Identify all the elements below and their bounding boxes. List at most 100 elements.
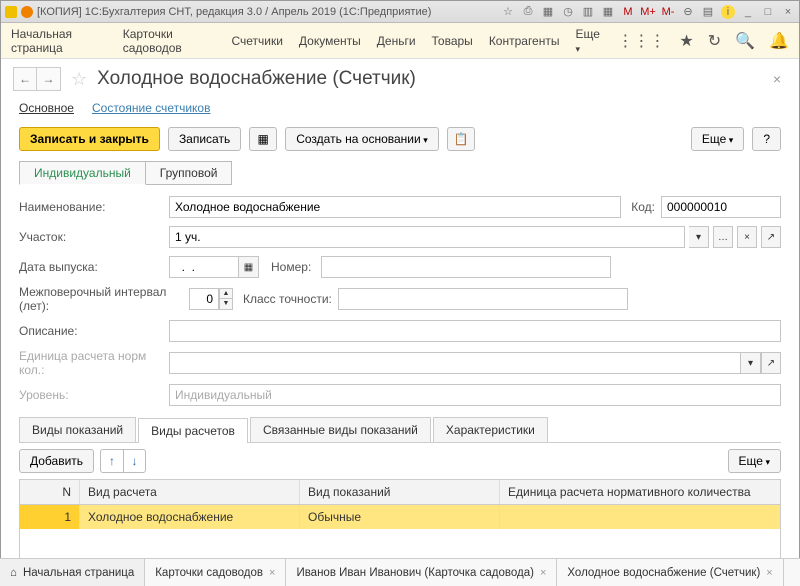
plot-input[interactable]	[169, 226, 685, 248]
tab-chars[interactable]: Характеристики	[433, 417, 548, 442]
date-label: Дата выпуска:	[19, 260, 169, 274]
bell-icon[interactable]: 🔔	[769, 31, 789, 51]
bottom-tab-1[interactable]: Карточки садоводов ×	[145, 559, 286, 586]
table-more-button[interactable]: Еще	[728, 449, 781, 473]
star-icon[interactable]: ★	[679, 31, 693, 51]
table-row[interactable]: 1 Холодное водоснабжение Обычные	[20, 505, 780, 529]
more-button[interactable]: Еще	[691, 127, 744, 151]
sys-icon[interactable]: ◷	[561, 5, 575, 19]
subtab-state[interactable]: Состояние счетчиков	[92, 101, 211, 115]
code-label: Код:	[621, 200, 661, 214]
move-up-icon[interactable]: ↑	[101, 450, 123, 472]
date-input[interactable]	[169, 256, 239, 278]
number-label: Номер:	[271, 260, 321, 274]
sys-icon[interactable]: ▤	[701, 5, 715, 19]
calendar-icon[interactable]: ▦	[239, 256, 259, 278]
tab-linked[interactable]: Связанные виды показаний	[250, 417, 431, 442]
cell-unit	[500, 505, 780, 529]
nav-goods[interactable]: Товары	[432, 34, 473, 48]
sys-m[interactable]: M	[621, 5, 635, 19]
tab-close-icon[interactable]: ×	[540, 567, 546, 579]
form-toolbar: Записать и закрыть Записать ▦ Создать на…	[1, 123, 799, 161]
window-titlebar: [КОПИЯ] 1С:Бухгалтерия СНТ, редакция 3.0…	[1, 1, 799, 23]
desc-label: Описание:	[19, 324, 169, 338]
cell-reading: Обычные	[300, 505, 500, 529]
bottom-tab-2[interactable]: Иванов Иван Иванович (Карточка садовода)…	[286, 559, 557, 586]
help-icon[interactable]: i	[721, 5, 735, 19]
col-unit[interactable]: Единица расчета нормативного количества	[500, 480, 780, 504]
add-button[interactable]: Добавить	[19, 449, 94, 473]
desc-input[interactable]	[169, 320, 781, 342]
nav-home[interactable]: Начальная страница	[11, 27, 107, 55]
name-input[interactable]	[169, 196, 621, 218]
plot-dropdown-icon[interactable]: ▾	[689, 226, 709, 248]
col-calc[interactable]: Вид расчета	[80, 480, 300, 504]
level-input	[169, 384, 781, 406]
sys-icon[interactable]: ☆	[501, 5, 515, 19]
toolbar-icon-2[interactable]: 📋	[447, 127, 475, 151]
plot-label: Участок:	[19, 230, 169, 244]
plot-open-icon[interactable]: ↗	[761, 226, 781, 248]
search-icon[interactable]: 🔍	[735, 31, 755, 51]
forward-button[interactable]: →	[37, 67, 61, 91]
back-button[interactable]: ←	[13, 67, 37, 91]
create-basis-button[interactable]: Создать на основании	[285, 127, 439, 151]
form: Наименование: Код: Участок: ▾ … × ↗ Дата…	[1, 195, 799, 407]
sys-icon[interactable]: ▦	[541, 5, 555, 19]
subtab-main[interactable]: Основное	[19, 101, 74, 115]
nav-more[interactable]: Еще	[575, 27, 601, 55]
main-nav: Начальная страница Карточки садоводов Сч…	[1, 23, 799, 59]
unit-dropdown-icon[interactable]: ▾	[741, 352, 761, 374]
apps-icon[interactable]: ⋮⋮⋮	[617, 31, 665, 51]
minimize-icon[interactable]: _	[741, 5, 755, 19]
interval-spinner[interactable]: ▲▼	[219, 288, 233, 310]
tab-calc[interactable]: Виды расчетов	[138, 418, 248, 443]
sys-mplus[interactable]: M+	[641, 5, 655, 19]
close-page-button[interactable]: ×	[767, 71, 787, 87]
save-button[interactable]: Записать	[168, 127, 241, 151]
sys-mminus[interactable]: M-	[661, 5, 675, 19]
subnav: Основное Состояние счетчиков	[1, 99, 799, 123]
nav-meters[interactable]: Счетчики	[231, 34, 282, 48]
number-input[interactable]	[321, 256, 611, 278]
history-icon[interactable]: ↻	[708, 31, 721, 51]
col-reading[interactable]: Вид показаний	[300, 480, 500, 504]
nav-docs[interactable]: Документы	[299, 34, 361, 48]
close-icon[interactable]: ×	[781, 5, 795, 19]
level-label: Уровень:	[19, 388, 169, 402]
unit-label: Единица расчета норм кол.:	[19, 349, 169, 377]
cell-n: 1	[20, 505, 80, 529]
tab-close-icon[interactable]: ×	[766, 567, 772, 579]
plot-ellipsis-icon[interactable]: …	[713, 226, 733, 248]
nav-contragents[interactable]: Контрагенты	[489, 34, 560, 48]
sys-icon[interactable]: ⎙	[521, 5, 535, 19]
app-icon-orange	[21, 6, 33, 18]
window-title: [КОПИЯ] 1С:Бухгалтерия СНТ, редакция 3.0…	[37, 6, 431, 18]
move-down-icon[interactable]: ↓	[123, 450, 145, 472]
sys-icon[interactable]: ▦	[601, 5, 615, 19]
tab-close-icon[interactable]: ×	[269, 567, 275, 579]
sys-icon[interactable]: ▥	[581, 5, 595, 19]
code-input[interactable]	[661, 196, 781, 218]
bottom-home[interactable]: ⌂ Начальная страница	[0, 559, 145, 586]
plot-clear-icon[interactable]: ×	[737, 226, 757, 248]
tab-readings[interactable]: Виды показаний	[19, 417, 136, 442]
unit-open-icon[interactable]: ↗	[761, 352, 781, 374]
maximize-icon[interactable]: □	[761, 5, 775, 19]
detail-tabs: Виды показаний Виды расчетов Связанные в…	[19, 417, 781, 443]
nav-cards[interactable]: Карточки садоводов	[123, 27, 216, 55]
tab-individual[interactable]: Индивидуальный	[19, 161, 146, 185]
calc-table: N Вид расчета Вид показаний Единица расч…	[19, 479, 781, 566]
col-n[interactable]: N	[20, 480, 80, 504]
sys-icon[interactable]: ⊖	[681, 5, 695, 19]
toolbar-icon-1[interactable]: ▦	[249, 127, 277, 151]
favorite-icon[interactable]: ☆	[71, 69, 87, 90]
nav-money[interactable]: Деньги	[377, 34, 416, 48]
bottom-tab-3[interactable]: Холодное водоснабжение (Счетчик) ×	[557, 559, 783, 586]
accuracy-input[interactable]	[338, 288, 628, 310]
save-close-button[interactable]: Записать и закрыть	[19, 127, 160, 151]
help-button[interactable]: ?	[752, 127, 781, 151]
interval-input[interactable]	[189, 288, 219, 310]
tab-group[interactable]: Групповой	[146, 161, 233, 185]
bottom-tabs: ⌂ Начальная страница Карточки садоводов …	[0, 558, 800, 586]
